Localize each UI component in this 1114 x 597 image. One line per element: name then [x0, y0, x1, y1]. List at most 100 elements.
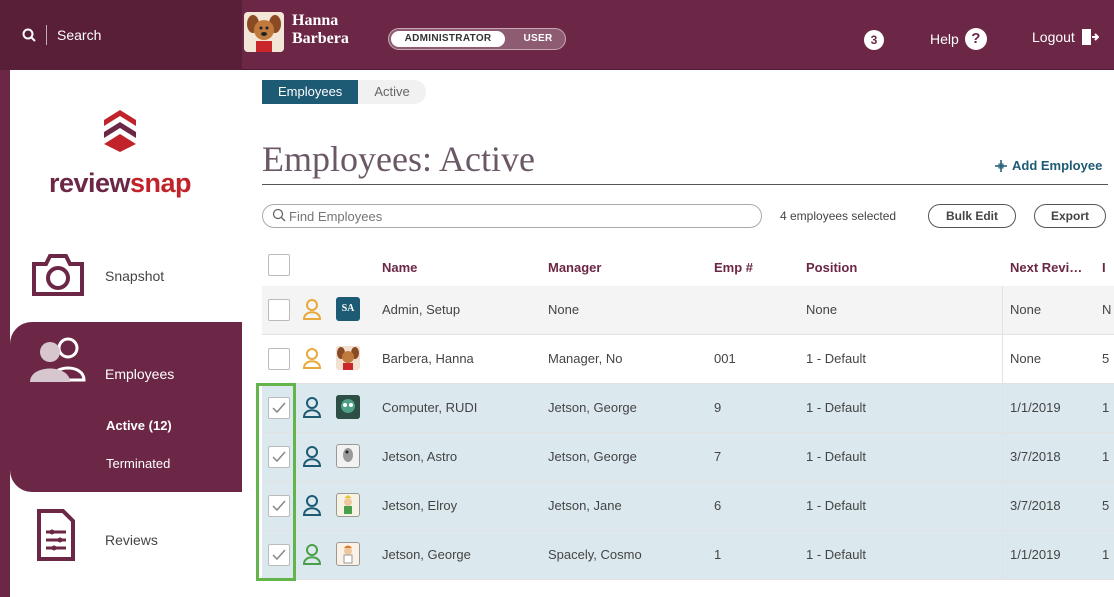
column-header-extra[interactable]: I [1102, 260, 1106, 275]
user-name[interactable]: Hanna Barbera [292, 12, 349, 48]
title-divider [262, 184, 1108, 185]
cell-manager: None [548, 302, 580, 317]
user-avatar[interactable] [244, 12, 284, 52]
cell-manager: Jetson, George [548, 449, 637, 464]
sidebar: reviewsnap Snapshot Employees Active (12… [0, 70, 242, 597]
column-divider [1002, 384, 1003, 433]
person-icon [302, 299, 322, 320]
cell-position: 1 - Default [806, 547, 866, 562]
cell-name[interactable]: Jetson, George [382, 547, 471, 562]
cell-position: None [806, 302, 838, 317]
cell-name[interactable]: Barbera, Hanna [382, 351, 474, 366]
help-button[interactable]: Help ? [930, 28, 987, 50]
breadcrumb-tabs: Employees Active [262, 80, 426, 104]
sidebar-item-label: Snapshot [105, 268, 165, 284]
cell-emp: 1 [714, 547, 722, 562]
sidebar-item-employees[interactable]: Employees Active (12) Terminated [10, 322, 242, 492]
person-icon [302, 397, 322, 418]
sidebar-item-label: Employees [105, 366, 175, 382]
cell-extra: 1 [1102, 400, 1110, 415]
cell-manager: Jetson, Jane [548, 498, 622, 513]
cell-position: 1 - Default [806, 400, 866, 415]
cell-name[interactable]: Computer, RUDI [382, 400, 477, 415]
tab-active[interactable]: Active [358, 80, 426, 104]
cell-next-review: 1/1/2019 [1010, 400, 1061, 415]
logout-button[interactable]: Logout [1032, 28, 1099, 46]
person-icon [302, 544, 322, 565]
avatar [336, 493, 360, 517]
table-row[interactable]: SA Admin, Setup None None None N [262, 286, 1114, 335]
cell-name[interactable]: Jetson, Astro [382, 449, 457, 464]
cell-manager: Spacely, Cosmo [548, 547, 642, 562]
logout-icon [1081, 29, 1099, 45]
cell-extra: N [1102, 302, 1112, 317]
cell-name[interactable]: Jetson, Elroy [382, 498, 457, 513]
sidebar-sub-active[interactable]: Active (12) [106, 418, 172, 433]
role-user[interactable]: USER [513, 31, 563, 47]
tab-employees[interactable]: Employees [262, 80, 359, 104]
selected-count: 4 employees selected [780, 209, 897, 223]
avatar [336, 395, 360, 419]
reviewsnap-logo[interactable]: reviewsnap [40, 108, 200, 198]
search-label: Search [57, 27, 102, 43]
column-header-position[interactable]: Position [806, 260, 857, 275]
cell-emp: 7 [714, 449, 722, 464]
person-icon [302, 446, 322, 467]
column-header-next-review[interactable]: Next Revi… [1010, 260, 1082, 275]
table-row[interactable]: Jetson, George Spacely, Cosmo 1 1 - Defa… [262, 531, 1114, 580]
search-icon [22, 28, 36, 42]
cell-next-review: None [1010, 351, 1042, 366]
cell-emp: 9 [714, 400, 722, 415]
cell-extra: 5 [1102, 351, 1110, 366]
table-row[interactable]: Jetson, Astro Jetson, George 7 1 - Defau… [262, 433, 1114, 482]
table-row[interactable]: Jetson, Elroy Jetson, Jane 6 1 - Default… [262, 482, 1114, 531]
person-icon [302, 348, 322, 369]
cell-manager: Jetson, George [548, 400, 637, 415]
role-toggle[interactable]: ADMINISTRATOR USER [388, 28, 566, 50]
people-icon [30, 337, 86, 382]
sidebar-item-reviews[interactable]: Reviews [10, 508, 242, 578]
page-title: Employees: Active [262, 139, 535, 179]
column-divider [1002, 482, 1003, 531]
bulk-edit-button[interactable]: Bulk Edit [928, 204, 1016, 228]
row-checkbox[interactable] [268, 299, 290, 321]
column-header-name[interactable]: Name [382, 260, 417, 275]
column-header-manager[interactable]: Manager [548, 260, 601, 275]
column-divider [1002, 286, 1003, 335]
cell-next-review: 3/7/2018 [1010, 498, 1061, 513]
notification-badge[interactable]: 3 [864, 30, 884, 50]
document-icon [37, 509, 75, 561]
select-all-checkbox[interactable] [268, 254, 290, 276]
search-button[interactable]: Search [0, 0, 242, 70]
cell-extra: 1 [1102, 449, 1110, 464]
cell-extra: 5 [1102, 498, 1110, 513]
cell-next-review: 1/1/2019 [1010, 547, 1061, 562]
cell-position: 1 - Default [806, 449, 866, 464]
column-header-emp[interactable]: Emp # [714, 260, 753, 275]
table-row[interactable]: Computer, RUDI Jetson, George 9 1 - Defa… [262, 384, 1114, 433]
export-button[interactable]: Export [1034, 204, 1106, 228]
add-employee-button[interactable]: Add Employee [994, 158, 1102, 173]
table-row[interactable]: Barbera, Hanna Manager, No 001 1 - Defau… [262, 335, 1114, 384]
question-icon: ? [964, 28, 987, 50]
cell-name[interactable]: Admin, Setup [382, 302, 460, 317]
logout-label: Logout [1032, 29, 1075, 45]
search-separator [46, 25, 47, 45]
avatar [336, 542, 360, 566]
person-icon [302, 495, 322, 516]
help-label: Help [930, 31, 959, 47]
user-last-name: Barbera [292, 30, 349, 47]
sidebar-item-snapshot[interactable]: Snapshot [10, 248, 242, 308]
add-employee-label: Add Employee [1012, 158, 1103, 173]
cell-emp: 001 [714, 351, 736, 366]
user-first-name: Hanna [292, 12, 339, 29]
sidebar-sub-terminated[interactable]: Terminated [106, 456, 170, 471]
role-administrator[interactable]: ADMINISTRATOR [391, 31, 505, 47]
find-employees-input[interactable] [262, 204, 762, 228]
logo-text: reviewsnap [48, 168, 192, 198]
avatar: SA [336, 297, 360, 321]
cell-emp: 6 [714, 498, 722, 513]
avatar [336, 444, 360, 468]
row-checkbox[interactable] [268, 348, 290, 370]
top-bar: Search Hanna Barbera ADMINISTRATOR USER … [0, 0, 1114, 70]
